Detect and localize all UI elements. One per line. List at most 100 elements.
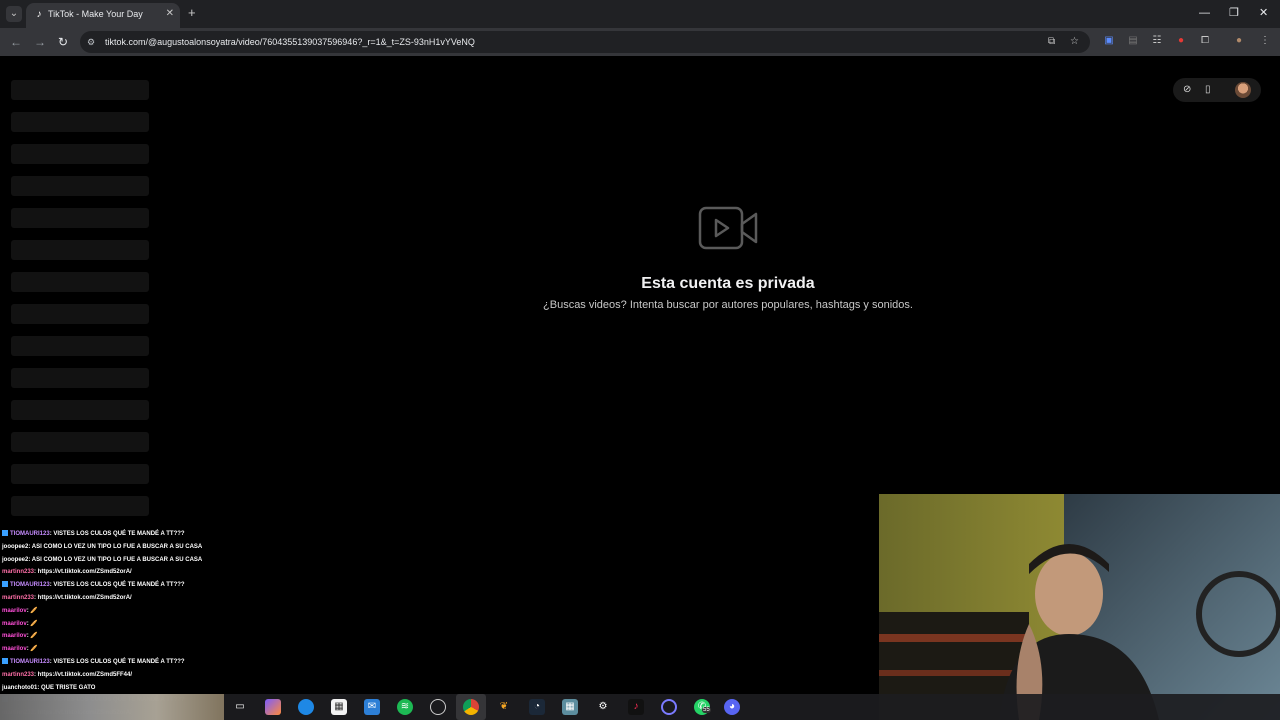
chat-text: : QUE TRISTE GATO: [37, 684, 96, 691]
taskbar-search-box[interactable]: [0, 694, 224, 720]
url-text[interactable]: tiktok.com/@augustoalonsoyatra/video/760…: [105, 37, 475, 47]
task-view-icon[interactable]: ▭: [232, 699, 248, 715]
steam-icon[interactable]: ◔: [529, 699, 545, 715]
video-camera-icon: [698, 206, 758, 250]
minimize-button[interactable]: —: [1199, 6, 1210, 20]
chat-username: TIOMAURI123: [10, 531, 50, 537]
install-app-icon[interactable]: ⧉: [1048, 36, 1055, 48]
chat-text: : https://vt.tiktok.com/ZSmd52orA/: [34, 569, 132, 576]
chat-text: : VISTES LOS CULOS QUÉ TE MANDÉ A TT???: [49, 582, 185, 589]
address-bar[interactable]: ⚙ tiktok.com/@augustoalonsoyatra/video/7…: [80, 31, 1090, 53]
record-extension-icon[interactable]: ●: [1175, 35, 1187, 47]
chat-message: TIOMAURI123: VISTES LOS CULOS QUÉ TE MAN…: [2, 530, 185, 538]
chat-message: jooopee2: ASI COMO LO VEZ UN TIPO LO FUE…: [2, 556, 202, 564]
profile-avatar-icon[interactable]: ●: [1233, 35, 1245, 47]
chat-badge-icon: [2, 581, 8, 588]
tab-search-button[interactable]: ⌄: [6, 6, 22, 22]
private-account-subtitle: ¿Buscas videos? Intenta buscar por autor…: [543, 299, 913, 311]
user-avatar[interactable]: [1235, 82, 1251, 98]
chat-message: martinn233: https://vt.tiktok.com/ZSmd5F…: [2, 671, 132, 679]
forward-icon[interactable]: →: [34, 34, 46, 50]
chat-message: TIOMAURI123: VISTES LOS CULOS QUÉ TE MAN…: [2, 658, 185, 666]
chat-text: : 🥖: [26, 646, 38, 653]
mail-icon[interactable]: ✉: [364, 699, 380, 715]
sidebar-skeleton: [11, 272, 149, 292]
chat-text: : 🥖: [26, 633, 38, 640]
top-actions-bar: ⊘ ▯: [1173, 78, 1261, 102]
sidebar-skeleton: [11, 80, 149, 100]
webcam-feed: [879, 494, 1280, 720]
sidebar-skeleton: [11, 368, 149, 388]
chat-username: juanchoto01: [2, 684, 38, 691]
sidebar-skeleton: [11, 208, 149, 228]
chat-text: : VISTES LOS CULOS QUÉ TE MANDÉ A TT???: [49, 659, 185, 665]
chat-message: maarilov: 🥖: [2, 620, 38, 628]
extension-icon[interactable]: ▤: [1127, 35, 1139, 47]
close-window-button[interactable]: ✕: [1259, 6, 1268, 20]
circle-app-icon[interactable]: [661, 699, 677, 715]
chat-username: jooopee2: [2, 543, 29, 550]
sidebar-skeleton: [11, 496, 149, 516]
chat-text: : ASI COMO LO VEZ UN TIPO LO FUE A BUSCA…: [28, 556, 203, 563]
extensions-puzzle-icon[interactable]: ⧠: [1199, 35, 1211, 47]
extension-grid-icon[interactable]: ☷: [1151, 35, 1163, 47]
sidebar-skeleton: [11, 144, 149, 164]
chat-text: : VISTES LOS CULOS QUÉ TE MANDÉ A TT???: [49, 531, 185, 537]
sidebar-skeleton: [11, 400, 149, 420]
chat-message: jooopee2: ASI COMO LO VEZ UN TIPO LO FUE…: [2, 543, 202, 551]
sidebar-skeleton: [11, 176, 149, 196]
chat-text: : 🥖: [26, 620, 38, 627]
chat-username: martinn233: [2, 595, 35, 601]
settings-gear-icon[interactable]: ⚙: [595, 699, 611, 715]
store-icon[interactable]: ▦: [331, 699, 347, 715]
chat-username: TIOMAURI123: [10, 659, 50, 665]
browser-tab[interactable]: ♪ TikTok - Make Your Day ✕: [26, 3, 180, 28]
chat-text: : ASI COMO LO VEZ UN TIPO LO FUE A BUSCA…: [28, 543, 203, 550]
reload-icon[interactable]: ↻: [58, 34, 68, 50]
chat-username: martinn233: [2, 671, 35, 678]
chrome-menu-icon[interactable]: ⋮: [1259, 35, 1271, 47]
calculator-icon[interactable]: ▦: [562, 699, 578, 715]
chat-username: TIOMAURI123: [10, 582, 50, 589]
edge-icon[interactable]: [298, 699, 314, 715]
get-app-icon[interactable]: ▯: [1205, 84, 1211, 96]
copilot-icon[interactable]: [265, 699, 281, 715]
chat-text: : https://vt.tiktok.com/ZSmd52orA/: [34, 595, 132, 601]
chat-badge-icon: [2, 530, 8, 536]
tiktok-favicon-icon: ♪: [36, 9, 42, 20]
fl-studio-icon[interactable]: ❦: [496, 699, 512, 715]
chat-message: martinn233: https://vt.tiktok.com/ZSmd52…: [2, 568, 132, 576]
obs-icon[interactable]: [430, 699, 446, 715]
back-icon[interactable]: ←: [10, 34, 22, 50]
spotify-icon[interactable]: ≋: [397, 699, 413, 715]
sidebar-skeleton: [11, 336, 149, 356]
browser-toolbar: ← → ↻ ⚙ tiktok.com/@augustoalonsoyatra/v…: [0, 28, 1280, 56]
sidebar-skeleton: [11, 304, 149, 324]
discord-icon[interactable]: ◕: [724, 699, 740, 715]
translate-extension-icon[interactable]: ▣: [1103, 35, 1115, 47]
site-info-icon[interactable]: ⚙: [87, 36, 95, 48]
chat-username: martinn233: [2, 569, 35, 576]
sidebar-skeleton: [11, 432, 149, 452]
chat-badge-icon: [2, 658, 8, 664]
tiktok-app-icon[interactable]: ♪: [628, 699, 644, 715]
tab-close-icon[interactable]: ✕: [166, 8, 174, 19]
new-tab-button[interactable]: +: [188, 6, 196, 20]
chat-text: : https://vt.tiktok.com/ZSmd5FF44/: [34, 671, 133, 678]
chat-message: maarilov: 🥖: [2, 645, 38, 653]
explore-compass-icon[interactable]: ⊘: [1183, 84, 1191, 96]
whatsapp-unread-badge: 55: [702, 707, 711, 713]
sidebar-skeleton: [11, 464, 149, 484]
chat-text: : 🥖: [26, 607, 38, 614]
chat-message: juanchoto01: QUE TRISTE GATO: [2, 684, 95, 692]
chat-message: maarilov: 🥖: [2, 607, 38, 615]
maximize-button[interactable]: ❐: [1229, 6, 1239, 20]
chrome-icon[interactable]: [463, 699, 479, 715]
chat-username: jooopee2: [2, 556, 29, 563]
tab-strip: ⌄ ♪ TikTok - Make Your Day ✕ + — ❐ ✕: [0, 0, 1280, 28]
tab-title: TikTok - Make Your Day: [48, 9, 143, 19]
chat-username: maarilov: [2, 620, 27, 627]
chat-message: TIOMAURI123: VISTES LOS CULOS QUÉ TE MAN…: [2, 581, 185, 589]
bookmark-star-icon[interactable]: ☆: [1070, 36, 1079, 48]
chat-message: maarilov: 🥖: [2, 632, 38, 640]
